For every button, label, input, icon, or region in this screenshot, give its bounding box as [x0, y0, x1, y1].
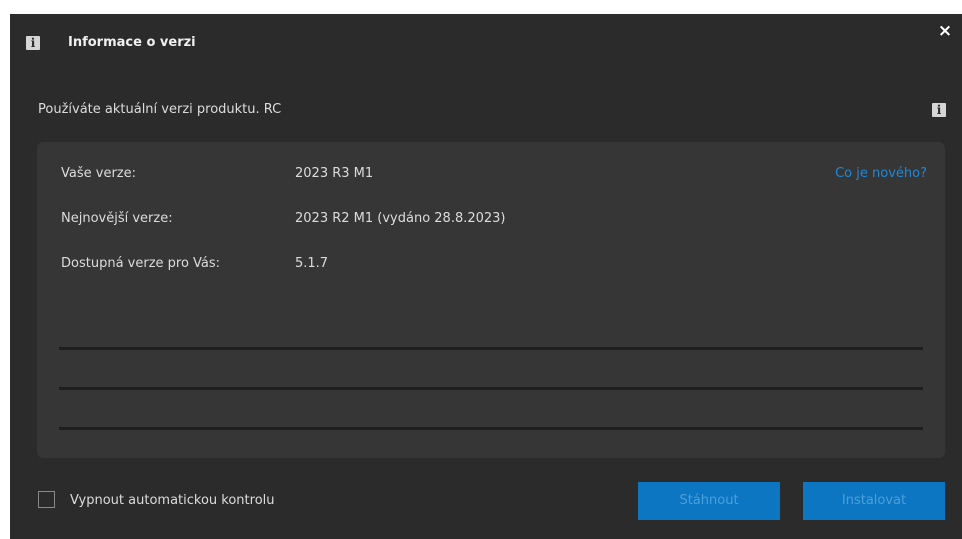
status-message: Používáte aktuální verzi produktu. RC	[38, 102, 282, 117]
latest-version-label: Nejnovější verze:	[61, 211, 173, 226]
disable-auto-check-checkbox[interactable]	[38, 491, 55, 508]
available-version-label: Dostupná verze pro Vás:	[61, 256, 221, 271]
download-button[interactable]: Stáhnout	[638, 482, 780, 520]
version-panel: Vaše verze: 2023 R3 M1 Co je nového? Nej…	[37, 142, 945, 458]
available-version-value: 5.1.7	[295, 256, 329, 271]
disable-auto-check-label[interactable]: Vypnout automatickou kontrolu	[70, 493, 275, 508]
dialog-title: Informace o verzi	[68, 35, 196, 50]
divider	[59, 347, 923, 350]
version-info-dialog: i Informace o verzi × Používáte aktuální…	[10, 14, 962, 539]
current-version-label: Vaše verze:	[61, 166, 136, 181]
current-version-value: 2023 R3 M1	[295, 166, 374, 181]
divider	[59, 387, 923, 390]
divider	[59, 427, 923, 430]
close-icon[interactable]: ×	[936, 22, 954, 40]
latest-version-value: 2023 R2 M1 (vydáno 28.8.2023)	[295, 211, 506, 226]
whats-new-link[interactable]: Co je nového?	[835, 166, 927, 181]
info-icon: i	[26, 36, 40, 50]
title-bar[interactable]: i Informace o verzi ×	[10, 14, 962, 72]
install-button[interactable]: Instalovat	[803, 482, 945, 520]
status-info-icon[interactable]: i	[932, 103, 946, 117]
